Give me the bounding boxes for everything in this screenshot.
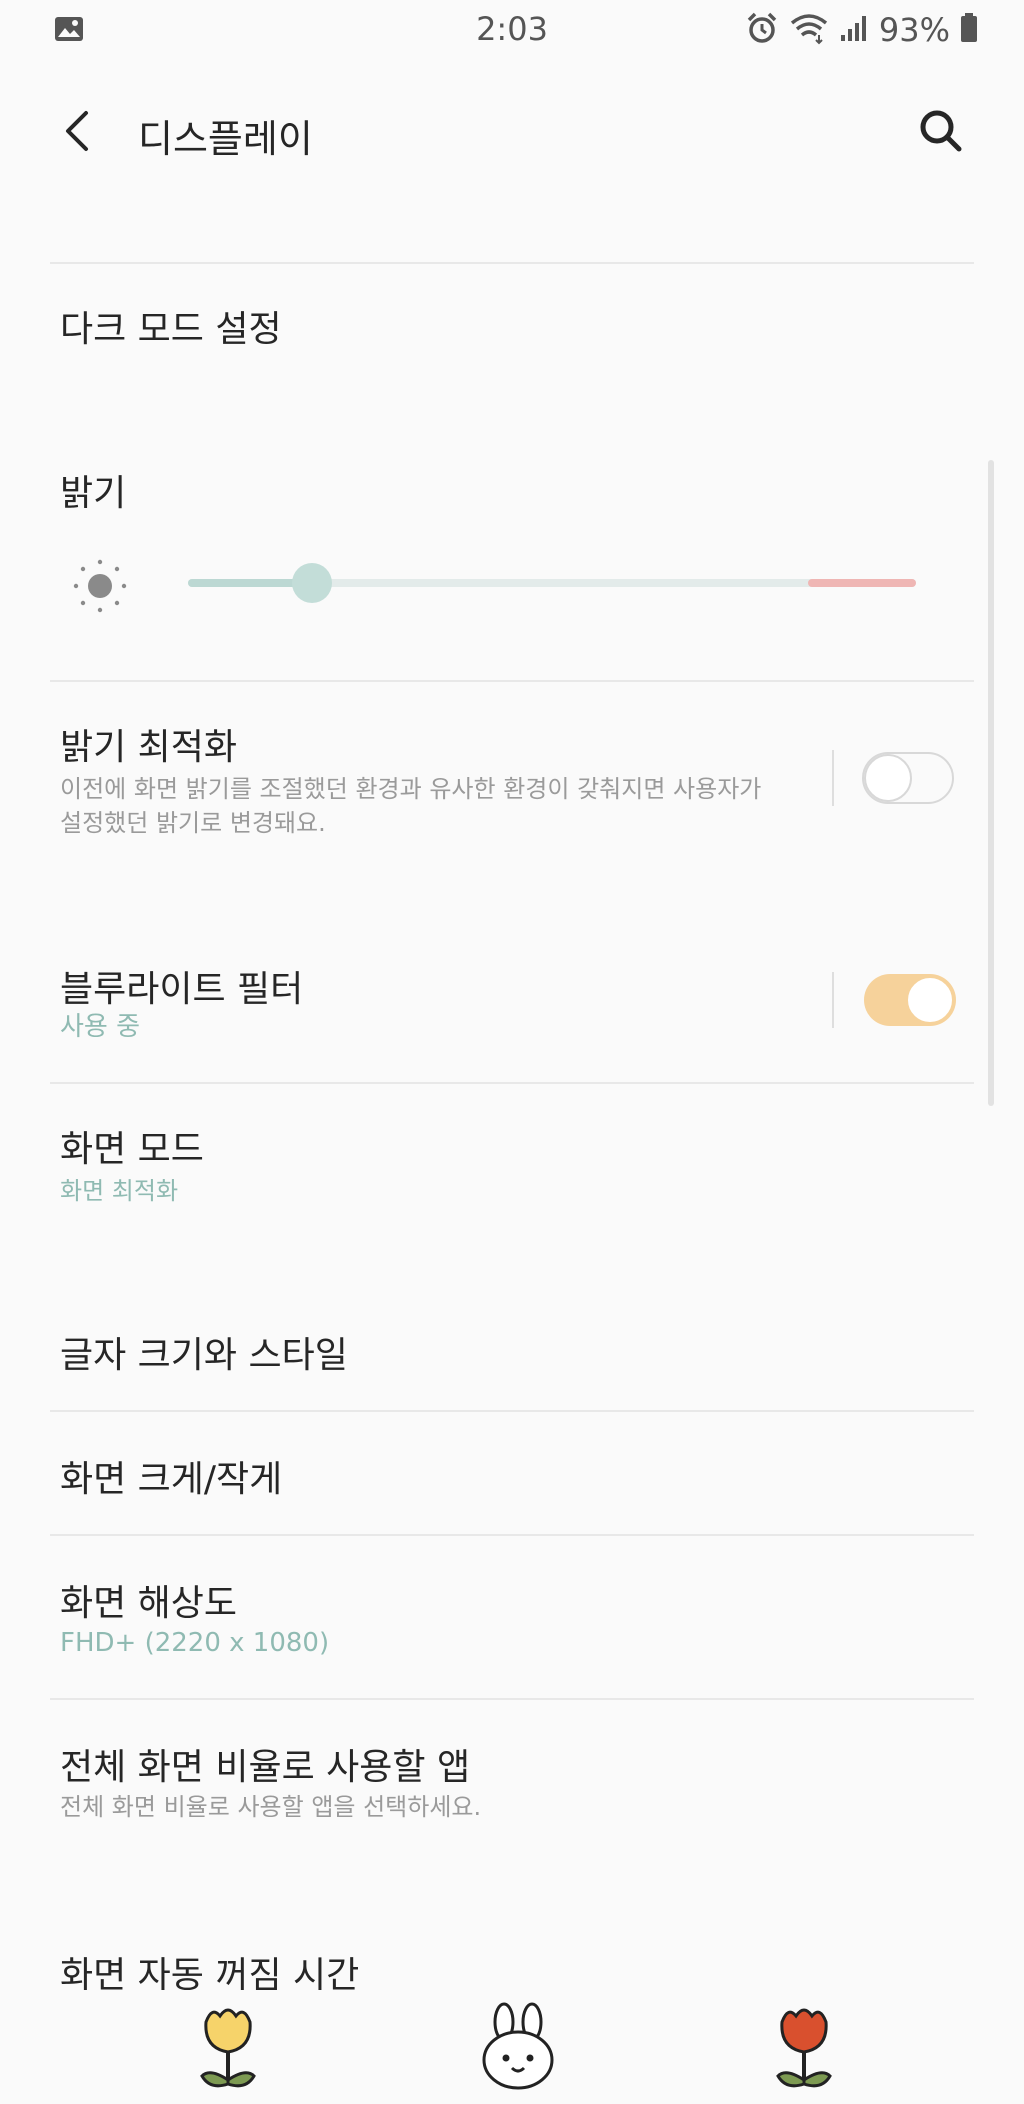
bunny-face-icon[interactable] bbox=[474, 2002, 564, 2092]
toggle-knob bbox=[864, 754, 912, 802]
back-button[interactable] bbox=[52, 106, 102, 156]
toggle-separator bbox=[832, 972, 834, 1028]
setting-description: 설정했던 밝기로 변경돼요. bbox=[60, 809, 326, 837]
signal-icon bbox=[839, 13, 869, 47]
app-bar: 디스플레이 bbox=[0, 86, 1024, 176]
yellow-flower-icon[interactable] bbox=[188, 2002, 268, 2092]
setting-description: 이전에 화면 밝기를 조절했던 환경과 유사한 환경이 갖춰지면 사용자가 bbox=[60, 775, 762, 803]
setting-description: 전체 화면 비율로 사용할 앱을 선택하세요. bbox=[60, 1793, 482, 1821]
setting-status: 화면 최적화 bbox=[60, 1177, 179, 1205]
brightness-sun-icon bbox=[70, 556, 130, 616]
page-title: 디스플레이 bbox=[138, 117, 313, 161]
setting-screen-mode[interactable]: 화면 모드 화면 최적화 bbox=[0, 1084, 1024, 1234]
setting-full-screen-apps[interactable]: 전체 화면 비율로 사용할 앱 전체 화면 비율로 사용할 앱을 선택하세요. bbox=[0, 1700, 1024, 1860]
setting-brightness-header: 밝기 bbox=[0, 450, 1024, 530]
setting-title: 화면 자동 꺼짐 시간 bbox=[60, 1955, 360, 1990]
battery-percent: 93% bbox=[878, 11, 950, 49]
brightness-slider-thumb[interactable] bbox=[291, 563, 332, 603]
setting-title: 전체 화면 비율로 사용할 앱 bbox=[60, 1747, 471, 1788]
setting-font-size-style[interactable]: 글자 크기와 스타일 bbox=[0, 1300, 1024, 1410]
scrollbar[interactable] bbox=[988, 460, 994, 1106]
setting-title: 블루라이트 필터 bbox=[60, 969, 304, 1010]
setting-title: 화면 크게/작게 bbox=[60, 1459, 283, 1500]
setting-status: FHD+ (2220 x 1080) bbox=[60, 1628, 330, 1658]
back-arrow-icon bbox=[66, 111, 88, 151]
adaptive-brightness-toggle[interactable] bbox=[862, 752, 954, 804]
setting-status: 사용 중 bbox=[60, 1012, 141, 1042]
battery-icon bbox=[960, 13, 978, 47]
setting-title: 화면 해상도 bbox=[60, 1583, 238, 1624]
setting-screen-resolution[interactable]: 화면 해상도 FHD+ (2220 x 1080) bbox=[0, 1536, 1024, 1696]
setting-dark-mode[interactable]: 다크 모드 설정 bbox=[0, 264, 1024, 404]
setting-title: 화면 모드 bbox=[60, 1129, 204, 1170]
setting-title: 밝기 bbox=[60, 473, 127, 514]
alarm-icon bbox=[745, 11, 779, 49]
status-icons: 93% bbox=[745, 10, 978, 50]
bottom-sticker-bar bbox=[0, 1990, 1024, 2104]
wifi-icon bbox=[789, 11, 829, 49]
blue-light-toggle[interactable] bbox=[864, 974, 956, 1026]
search-icon bbox=[920, 110, 962, 152]
brightness-slider-high-zone bbox=[808, 579, 916, 587]
status-bar: 2:03 93% bbox=[0, 0, 1024, 64]
setting-screen-zoom[interactable]: 화면 크게/작게 bbox=[0, 1412, 1024, 1532]
setting-title: 다크 모드 설정 bbox=[60, 309, 282, 350]
setting-title: 밝기 최적화 bbox=[60, 727, 238, 768]
red-flower-icon[interactable] bbox=[764, 2002, 844, 2092]
toggle-separator bbox=[832, 750, 834, 806]
toggle-knob bbox=[906, 976, 954, 1024]
search-button[interactable] bbox=[914, 104, 968, 158]
setting-screen-timeout[interactable]: 화면 자동 꺼짐 시간 bbox=[0, 1930, 1024, 1990]
setting-title: 글자 크기와 스타일 bbox=[60, 1335, 348, 1376]
